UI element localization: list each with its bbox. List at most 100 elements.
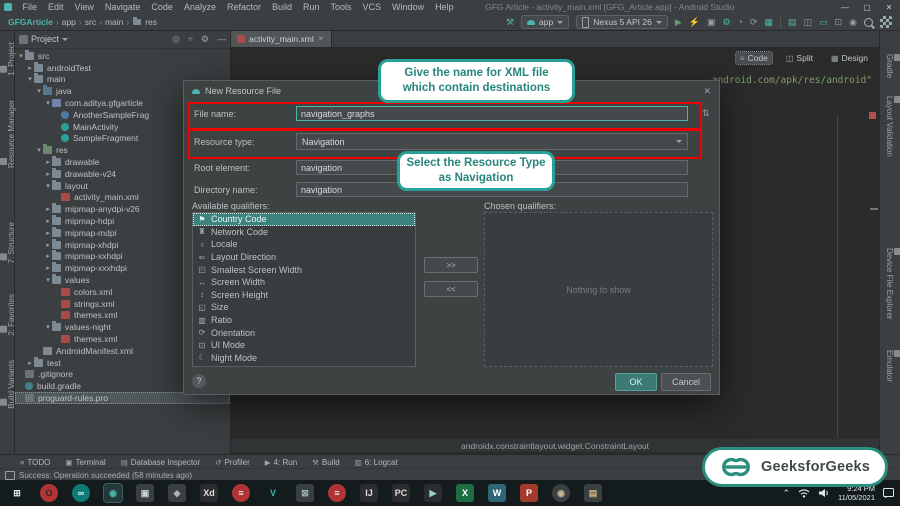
device-manager-icon[interactable]: ▦ xyxy=(765,18,774,27)
mode-design[interactable]: ▦Design xyxy=(827,52,872,64)
qualifier-screen-width[interactable]: ↔Screen Width xyxy=(193,276,415,289)
tool-strip-build-variants[interactable]: Build Variants xyxy=(0,360,14,409)
chevron-down-icon[interactable]: ▾ xyxy=(44,182,52,190)
breadcrumb-item-app[interactable]: app xyxy=(60,17,78,27)
tool-strip-device-file-explorer[interactable]: Device File Explorer xyxy=(885,248,900,320)
tree-item-androidtest[interactable]: ▸androidTest xyxy=(15,62,230,74)
chevron-down-icon[interactable]: ▾ xyxy=(44,276,52,284)
volume-icon[interactable] xyxy=(818,488,830,498)
qualifier-smallest-screen-width[interactable]: ◰Smallest Screen Width xyxy=(193,263,415,276)
error-stripe-marker[interactable] xyxy=(869,112,876,119)
chevron-right-icon[interactable]: ▸ xyxy=(44,170,52,178)
search-icon[interactable] xyxy=(864,18,873,27)
menu-item-run[interactable]: Run xyxy=(298,2,326,12)
chevron-down-icon[interactable]: ▾ xyxy=(44,99,52,107)
coverage-icon[interactable]: ▣ xyxy=(707,18,716,27)
qualifier-orientation[interactable]: ⟳Orientation xyxy=(193,326,415,339)
tab-close-icon[interactable]: ✕ xyxy=(318,35,324,43)
chevron-right-icon[interactable]: ▸ xyxy=(44,241,52,249)
qualifier-night-mode[interactable]: ☾Night Mode xyxy=(193,352,415,365)
debug-icon[interactable]: ⚙ xyxy=(722,18,730,27)
chevron-right-icon[interactable]: ▸ xyxy=(44,205,52,213)
breadcrumb-item-src[interactable]: src xyxy=(83,17,98,27)
notification-center-icon[interactable] xyxy=(883,488,894,498)
tool-strip-1-project[interactable]: 1: Project xyxy=(0,42,14,76)
minimize-button[interactable]: — xyxy=(834,3,856,12)
chevron-right-icon[interactable]: ▸ xyxy=(44,252,52,260)
chevron-right-icon[interactable]: ▸ xyxy=(44,158,52,166)
tool-window-6-logcat[interactable]: ▥6: Logcat xyxy=(355,458,398,467)
apply-changes-icon[interactable]: ⚡ xyxy=(689,18,700,27)
qualifier-country-code[interactable]: ⚑Country Code xyxy=(193,213,415,226)
maximize-button[interactable]: ▢ xyxy=(856,3,878,12)
tool-window-profiler[interactable]: ↺Profiler xyxy=(215,458,250,467)
profiler-icon[interactable]: ◔ xyxy=(738,18,743,27)
tray-expand-icon[interactable]: ⌃ xyxy=(782,488,790,499)
tool-strip-layout-validation[interactable]: Layout Validation xyxy=(885,96,900,157)
tree-item-src[interactable]: ▾src xyxy=(15,50,230,62)
breadcrumb-item-main[interactable]: main xyxy=(103,17,125,27)
menu-item-tools[interactable]: Tools xyxy=(325,2,357,12)
windows-start-icon[interactable]: ⊞ xyxy=(8,484,26,502)
tool-window-database-inspector[interactable]: ▤Database Inspector xyxy=(121,458,200,467)
file-name-input[interactable] xyxy=(296,106,688,121)
project-panel-title-group[interactable]: Project xyxy=(19,34,68,44)
chevron-down-icon[interactable]: ▾ xyxy=(17,52,25,60)
android-studio-icon[interactable]: ◉ xyxy=(104,484,122,502)
qualifier-ui-mode[interactable]: ⊡UI Mode xyxy=(193,339,415,352)
move-right-button[interactable]: >> xyxy=(424,257,478,273)
menu-item-vcs[interactable]: VCS xyxy=(357,2,387,12)
avatar[interactable] xyxy=(880,16,892,28)
qualifier-network-code[interactable]: ♜Network Code xyxy=(193,226,415,239)
chevron-down-icon[interactable]: ▾ xyxy=(35,146,43,154)
powerpoint-icon[interactable]: P xyxy=(520,484,538,502)
chevron-down-icon[interactable]: ▾ xyxy=(26,75,34,83)
device-selector[interactable]: Nexus 5 API 26 xyxy=(576,15,668,29)
event-log-icon[interactable] xyxy=(5,471,15,480)
wrench-icon[interactable]: ⚒ xyxy=(506,18,514,27)
arduino-icon[interactable]: ∞ xyxy=(72,484,90,502)
field-history-icon[interactable]: ⇅ xyxy=(702,108,710,119)
qualifier-ratio[interactable]: ▥Ratio xyxy=(193,314,415,327)
move-left-button[interactable]: << xyxy=(424,281,478,297)
chevron-right-icon[interactable]: ▸ xyxy=(44,264,52,272)
menu-item-view[interactable]: View xyxy=(69,2,99,12)
scrollbar-thumb[interactable] xyxy=(870,208,878,210)
adobe-xd-icon[interactable]: Xd xyxy=(200,484,218,502)
camtasia-icon[interactable]: ≡ xyxy=(232,484,250,502)
tool-window-icon[interactable]: ◫ xyxy=(804,18,813,27)
tool-window-build[interactable]: ⚒Build xyxy=(312,458,340,467)
qualifier-screen-height[interactable]: ↕Screen Height xyxy=(193,289,415,302)
collapse-all-icon[interactable]: ÷ xyxy=(188,34,193,44)
menu-item-edit[interactable]: Edit xyxy=(43,2,70,12)
sync-icon[interactable]: ⟳ xyxy=(750,18,758,27)
layout-inspector-icon[interactable]: ◉ xyxy=(849,18,857,27)
tool-strip-7-structure[interactable]: 7: Structure xyxy=(0,222,14,263)
run-config-selector[interactable]: app xyxy=(521,15,569,29)
menu-item-navigate[interactable]: Navigate xyxy=(99,2,146,12)
tool-window-4-run[interactable]: ▶4: Run xyxy=(265,458,297,467)
menu-item-refactor[interactable]: Refactor xyxy=(221,2,266,12)
file-explorer-icon[interactable]: ▤ xyxy=(584,484,602,502)
sdk-manager-icon[interactable]: ⊡ xyxy=(835,18,843,27)
avd-manager-icon[interactable]: ▭ xyxy=(819,18,828,27)
menu-item-file[interactable]: File xyxy=(17,2,43,12)
vscode-icon[interactable]: V xyxy=(264,484,282,502)
breadcrumb-item-res[interactable]: res xyxy=(143,17,159,27)
chevron-right-icon[interactable]: ▸ xyxy=(26,359,34,367)
menu-item-analyze[interactable]: Analyze xyxy=(178,2,221,12)
tab-activity-main-xml[interactable]: activity_main.xml ✕ xyxy=(230,30,332,47)
tool-strip-emulator[interactable]: Emulator xyxy=(885,350,900,382)
camtasia-2-icon[interactable]: ≡ xyxy=(328,484,346,502)
chevron-right-icon[interactable]: ▸ xyxy=(26,64,34,72)
run-icon[interactable]: ▶ xyxy=(675,18,682,27)
sketch-tool-icon[interactable]: ◆ xyxy=(168,484,186,502)
dialog-close-icon[interactable]: ✕ xyxy=(703,86,711,97)
menu-item-window[interactable]: Window xyxy=(387,2,430,12)
tool-window-todo[interactable]: ≡TODO xyxy=(20,458,50,467)
wifi-icon[interactable] xyxy=(798,488,810,498)
tool-window-terminal[interactable]: ▣Terminal xyxy=(65,458,105,467)
help-button[interactable]: ? xyxy=(192,374,206,388)
intellij-idea-icon[interactable]: IJ xyxy=(360,484,378,502)
chevron-right-icon[interactable]: ▸ xyxy=(44,229,52,237)
